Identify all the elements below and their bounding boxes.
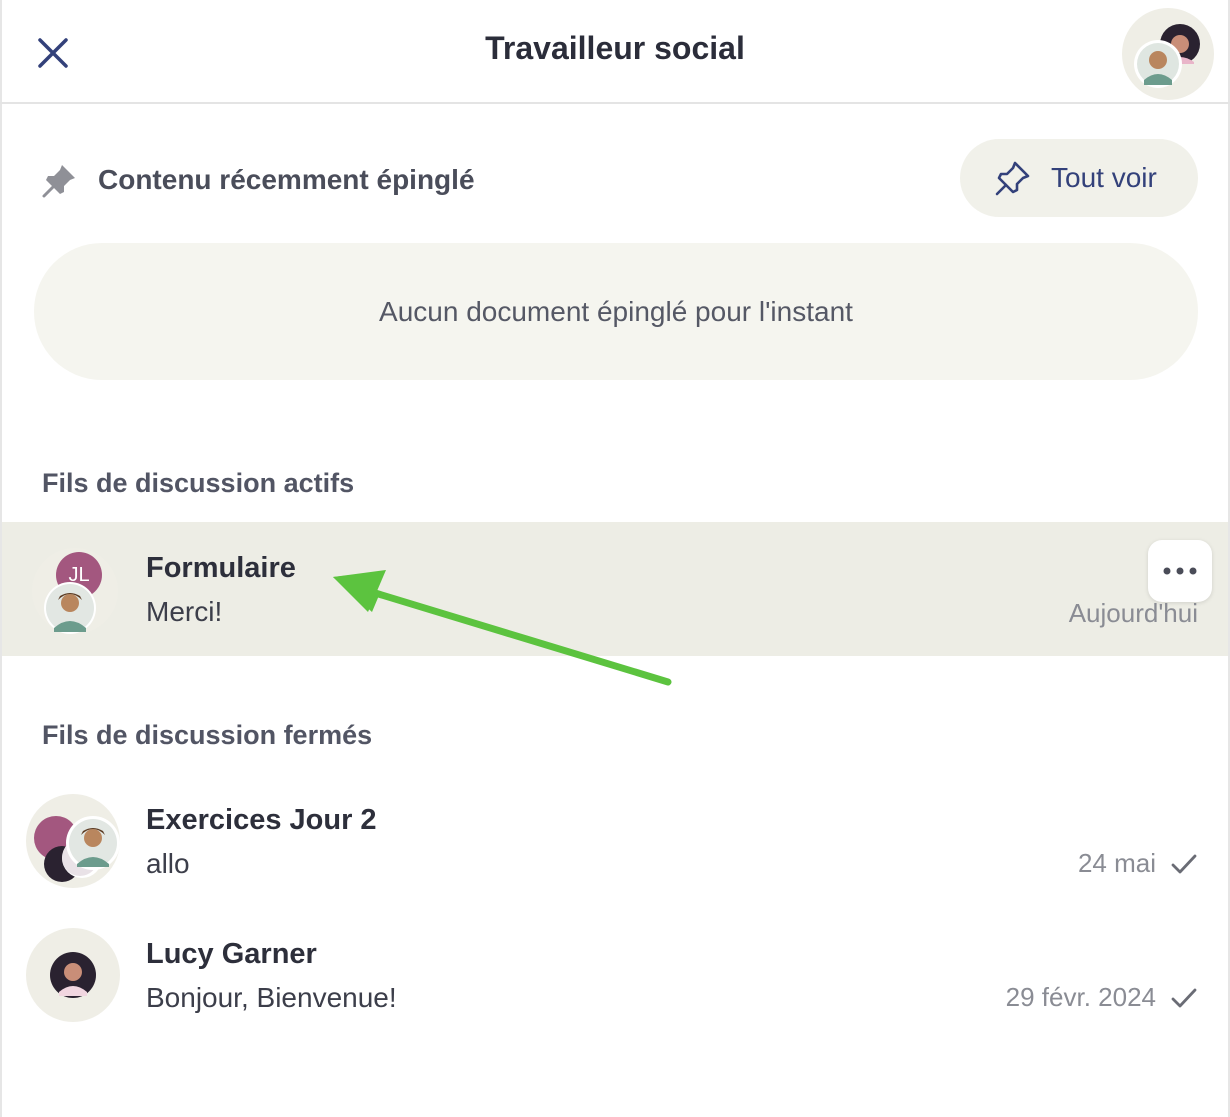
thread-avatar xyxy=(26,794,120,888)
thread-date: 24 mai xyxy=(1078,848,1198,879)
thread-row-closed[interactable]: Lucy Garner Bonjour, Bienvenue! 29 févr.… xyxy=(2,908,1228,1042)
pinned-header: Contenu récemment épinglé xyxy=(40,155,475,205)
page-title: Travailleur social xyxy=(485,30,745,66)
thread-title: Exercices Jour 2 xyxy=(146,804,377,836)
check-icon xyxy=(1171,854,1197,873)
thread-date: 29 févr. 2024 xyxy=(1006,982,1198,1013)
more-options-button[interactable] xyxy=(1148,540,1212,602)
thread-title: Lucy Garner xyxy=(146,938,317,970)
empty-pinned-text: Aucun document épinglé pour l'instant xyxy=(379,295,853,327)
thread-title: Formulaire xyxy=(146,552,296,584)
header: Travailleur social xyxy=(0,0,1230,104)
empty-pinned-box: Aucun document épinglé pour l'instant xyxy=(34,243,1198,380)
user-photo-icon xyxy=(46,584,94,632)
see-all-label: Tout voir xyxy=(1051,162,1157,193)
thread-avatar xyxy=(26,928,120,1022)
check-icon xyxy=(1171,988,1197,1007)
thread-row-active[interactable]: JL Formulaire Merci! Aujourd'hui xyxy=(2,522,1228,656)
thread-message: Merci! xyxy=(146,596,223,627)
pin-outline-icon xyxy=(995,161,1030,196)
pinned-section-label: Contenu récemment épinglé xyxy=(98,164,475,195)
group-avatar-icon xyxy=(1134,24,1200,88)
active-threads-title: Fils de discussion actifs xyxy=(42,468,355,498)
group-avatar[interactable] xyxy=(1122,8,1214,100)
thread-avatar: JL xyxy=(32,548,118,634)
thread-message: Bonjour, Bienvenue! xyxy=(146,982,397,1013)
user-photo-icon xyxy=(50,952,96,998)
thread-row-closed[interactable]: Exercices Jour 2 allo 24 mai xyxy=(2,774,1228,908)
more-dots-icon xyxy=(1163,567,1197,575)
user-photo-icon xyxy=(66,816,120,870)
see-all-button[interactable]: Tout voir xyxy=(960,139,1198,217)
pin-icon xyxy=(42,165,75,198)
thread-message: allo xyxy=(146,848,190,879)
closed-threads-title: Fils de discussion fermés xyxy=(42,720,373,750)
thread-date: Aujourd'hui xyxy=(1068,598,1198,628)
